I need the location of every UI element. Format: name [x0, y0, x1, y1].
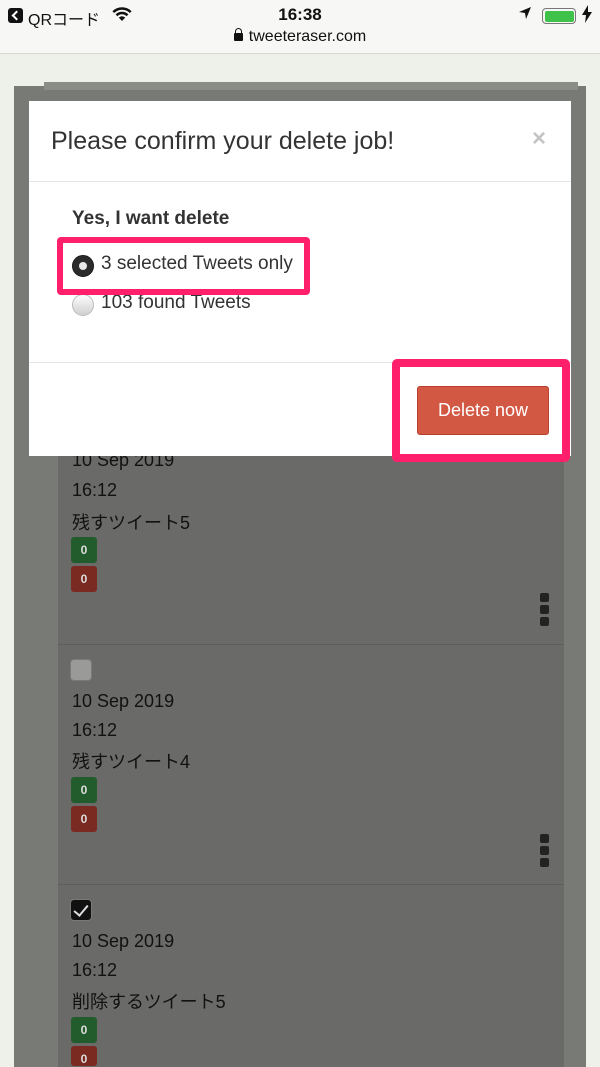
page-header-strip: [44, 82, 578, 90]
clock: 16:38: [278, 5, 322, 24]
modal-title: Please confirm your delete job!: [51, 127, 395, 155]
tweet-time: 16:12: [72, 720, 118, 740]
tweet-text: 残すツイート5: [72, 513, 191, 533]
lock-icon: [233, 28, 243, 41]
tweet-item: 10 Sep 2019 16:12 削除するツイート5 0 0: [58, 885, 564, 1067]
likes-badge: 0: [71, 777, 97, 803]
charging-bolt-icon: [582, 5, 592, 26]
likes-badge: 0: [71, 537, 97, 563]
tweet-time: 16:12: [72, 960, 118, 980]
close-icon[interactable]: ×: [532, 125, 546, 153]
battery-icon: [542, 8, 576, 24]
tweet-text: 残すツイート4: [72, 752, 191, 772]
retweets-badge: 0: [71, 806, 97, 832]
modal-header: Please confirm your delete job! ×: [29, 101, 571, 182]
delete-prompt-label: Yes, I want delete: [72, 208, 230, 229]
tweet-text: 削除するツイート5: [72, 992, 226, 1012]
address-bar[interactable]: tweeteraser.com: [0, 28, 600, 54]
address-divider: [0, 53, 600, 54]
retweets-badge: 0: [71, 566, 97, 592]
radio-found-tweets[interactable]: [72, 294, 94, 316]
tweet-checkbox[interactable]: [70, 899, 92, 921]
button-highlight-annotation: [392, 359, 570, 462]
url-text: tweeteraser.com: [248, 28, 367, 45]
location-arrow-icon: [518, 6, 532, 23]
tweet-date: 10 Sep 2019: [72, 931, 175, 951]
retweets-badge: 0: [71, 1046, 97, 1066]
likes-badge: 0: [71, 1017, 97, 1043]
tweet-list: 10 Sep 2019 16:12 残すツイート5 0 0 10 Sep 201…: [58, 430, 564, 1067]
tweet-date: 10 Sep 2019: [72, 691, 175, 711]
option-highlight-annotation: [57, 237, 310, 295]
tweet-item: 10 Sep 2019 16:12 残すツイート5 0 0: [58, 430, 564, 645]
tweet-time: 16:12: [72, 480, 118, 500]
tweet-checkbox[interactable]: [70, 659, 92, 681]
option-label[interactable]: 103 found Tweets: [101, 292, 251, 314]
more-options-icon[interactable]: [540, 834, 550, 870]
tweet-item: 10 Sep 2019 16:12 残すツイート4 0 0: [58, 645, 564, 885]
more-options-icon[interactable]: [540, 593, 550, 629]
